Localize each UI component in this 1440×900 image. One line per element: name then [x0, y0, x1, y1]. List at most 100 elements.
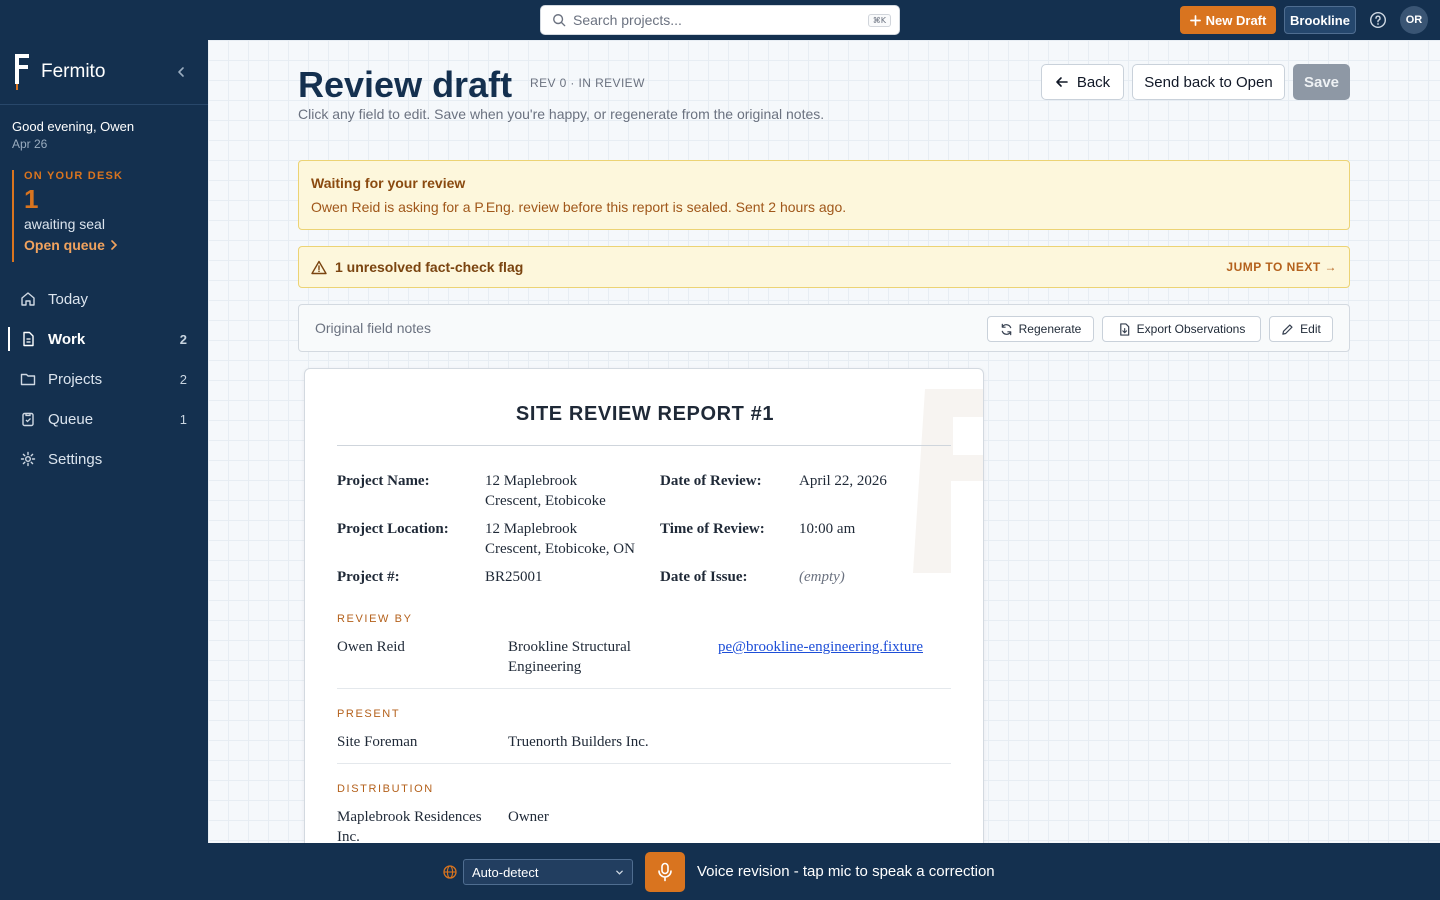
- sidebar-item-count: 1: [179, 411, 187, 427]
- fermito-logo-icon: [15, 54, 29, 90]
- date-of-review-label: Date of Review:: [660, 473, 762, 489]
- collapse-sidebar-icon[interactable]: [174, 65, 188, 79]
- file-export-icon: [1119, 322, 1129, 336]
- time-of-review-label: Time of Review:: [660, 521, 765, 537]
- search-icon: [553, 14, 566, 27]
- original-notes-bar[interactable]: Original field notes Regenerate Export O…: [298, 304, 1350, 352]
- project-location-line1: 12 Maplebrook: [485, 521, 578, 537]
- section-divider: [337, 688, 951, 689]
- chevron-down-icon: [616, 870, 623, 875]
- voice-revision-hint: Voice revision - tap mic to speak a corr…: [697, 863, 995, 880]
- distribution-role[interactable]: Owner: [508, 807, 549, 827]
- sidebar-divider: [0, 104, 208, 105]
- top-bar: ⌘K New Draft Brookline OR: [0, 0, 1440, 40]
- sidebar-item-label: Work: [48, 330, 86, 348]
- date-of-review-field[interactable]: April 22, 2026: [799, 471, 887, 491]
- reviewer-company[interactable]: Brookline Structural Engineering: [508, 637, 631, 677]
- org-switcher-button[interactable]: Brookline: [1284, 6, 1356, 34]
- revision-status: REV 0 · IN REVIEW: [530, 76, 645, 90]
- reviewer-name[interactable]: Owen Reid: [337, 637, 405, 657]
- sidebar-item-today[interactable]: Today: [8, 283, 200, 315]
- project-location-field[interactable]: 12 Maplebrook Crescent, Etobicoke, ON: [485, 519, 635, 559]
- edit-notes-button[interactable]: Edit: [1269, 316, 1333, 342]
- project-name-field[interactable]: 12 Maplebrook Crescent, Etobicoke: [485, 471, 606, 511]
- sidebar-item-work[interactable]: Work 2: [8, 323, 200, 355]
- clipboard-icon: [22, 412, 34, 427]
- language-select[interactable]: Auto-detect: [463, 859, 633, 885]
- greeting: Good evening, Owen: [12, 119, 135, 134]
- open-queue-label: Open queue: [24, 237, 105, 253]
- time-of-review-field[interactable]: 10:00 am: [799, 519, 855, 539]
- desk-label: ON YOUR DESK: [24, 170, 124, 182]
- distribution-name[interactable]: Maplebrook Residences Inc.: [337, 807, 482, 843]
- present-role[interactable]: Site Foreman: [337, 732, 417, 752]
- new-draft-label: New Draft: [1205, 12, 1267, 28]
- plus-icon: [1189, 14, 1201, 26]
- on-your-desk-panel: ON YOUR DESK 1 awaiting seal Open queue: [12, 170, 123, 262]
- warning-icon: [311, 260, 327, 274]
- send-back-button[interactable]: Send back to Open: [1132, 64, 1285, 100]
- back-button[interactable]: Back: [1041, 64, 1124, 100]
- new-draft-button[interactable]: New Draft: [1180, 6, 1276, 34]
- date-of-issue-label: Date of Issue:: [660, 569, 748, 585]
- voice-revision-bar: Auto-detect Voice revision - tap mic to …: [0, 843, 1440, 900]
- current-date: Apr 26: [12, 137, 48, 151]
- report-title: SITE REVIEW REPORT #1: [515, 403, 775, 425]
- edit-label: Edit: [1300, 322, 1321, 336]
- export-observations-button[interactable]: Export Observations: [1102, 316, 1261, 342]
- fact-check-flag-banner: 1 unresolved fact-check flag JUMP TO NEX…: [298, 246, 1350, 288]
- search-input[interactable]: [573, 12, 868, 28]
- distribution-name-line2: Inc.: [337, 829, 360, 843]
- reviewer-email-link[interactable]: pe@brookline-engineering.fixture: [718, 637, 923, 657]
- folder-icon: [20, 373, 36, 386]
- export-observations-label: Export Observations: [1136, 322, 1246, 336]
- project-name-label: Project Name:: [337, 473, 430, 489]
- microphone-icon: [658, 862, 672, 882]
- home-icon: [21, 292, 35, 306]
- desk-subtext: awaiting seal: [24, 216, 105, 232]
- regenerate-label: Regenerate: [1018, 322, 1082, 336]
- sidebar-item-label: Projects: [48, 370, 103, 388]
- search-shortcut-hint: ⌘K: [867, 13, 891, 27]
- globe-icon: [443, 865, 457, 879]
- date-of-issue-field[interactable]: (empty): [799, 567, 845, 587]
- project-location-label: Project Location:: [337, 521, 449, 537]
- desk-count: 1: [24, 184, 39, 214]
- sidebar: Fermito Good evening, Owen Apr 26 ON YOU…: [0, 40, 208, 843]
- search-box[interactable]: ⌘K: [540, 5, 900, 35]
- regenerate-button[interactable]: Regenerate: [987, 316, 1094, 342]
- sidebar-item-settings[interactable]: Settings: [8, 443, 200, 475]
- sidebar-item-label: Queue: [48, 410, 94, 428]
- project-name-line2: Crescent, Etobicoke: [485, 493, 606, 509]
- jump-to-next-link[interactable]: JUMP TO NEXT →: [1226, 260, 1337, 274]
- project-number-field[interactable]: BR25001: [485, 567, 543, 587]
- open-queue-link[interactable]: Open queue: [24, 237, 123, 253]
- present-company[interactable]: Truenorth Builders Inc.: [508, 732, 649, 752]
- sidebar-item-projects[interactable]: Projects 2: [8, 363, 200, 395]
- notes-label: Original field notes: [315, 320, 431, 336]
- project-location-line2: Crescent, Etobicoke, ON: [485, 541, 635, 557]
- document-icon: [23, 331, 34, 347]
- gear-icon: [20, 451, 36, 467]
- reviewer-company-line1: Brookline Structural: [508, 639, 631, 655]
- review-by-section-label: REVIEW BY: [337, 613, 413, 625]
- brand[interactable]: Fermito: [12, 52, 105, 92]
- flag-count-text: 1 unresolved fact-check flag: [335, 259, 524, 275]
- title-divider: [337, 445, 951, 446]
- section-divider: [337, 763, 951, 764]
- sidebar-item-count: 2: [179, 371, 187, 387]
- brand-name: Fermito: [41, 61, 106, 82]
- distribution-name-line1: Maplebrook Residences: [337, 809, 482, 825]
- main-content: Review draft REV 0 · IN REVIEW Click any…: [208, 40, 1440, 843]
- review-request-banner: Waiting for your review Owen Reid is ask…: [298, 160, 1350, 230]
- help-icon[interactable]: [1369, 11, 1387, 29]
- report-document: SITE REVIEW REPORT #1 Project Name: 12 M…: [304, 368, 984, 843]
- banner-text: Owen Reid is asking for a P.Eng. review …: [311, 199, 847, 215]
- microphone-button[interactable]: [645, 852, 685, 892]
- sidebar-item-queue[interactable]: Queue 1: [8, 403, 200, 435]
- save-button[interactable]: Save: [1293, 64, 1350, 100]
- user-avatar[interactable]: OR: [1400, 6, 1428, 34]
- project-name-line1: 12 Maplebrook: [485, 473, 578, 489]
- page-title: Review draft: [298, 64, 513, 105]
- sidebar-item-count: 2: [179, 331, 187, 347]
